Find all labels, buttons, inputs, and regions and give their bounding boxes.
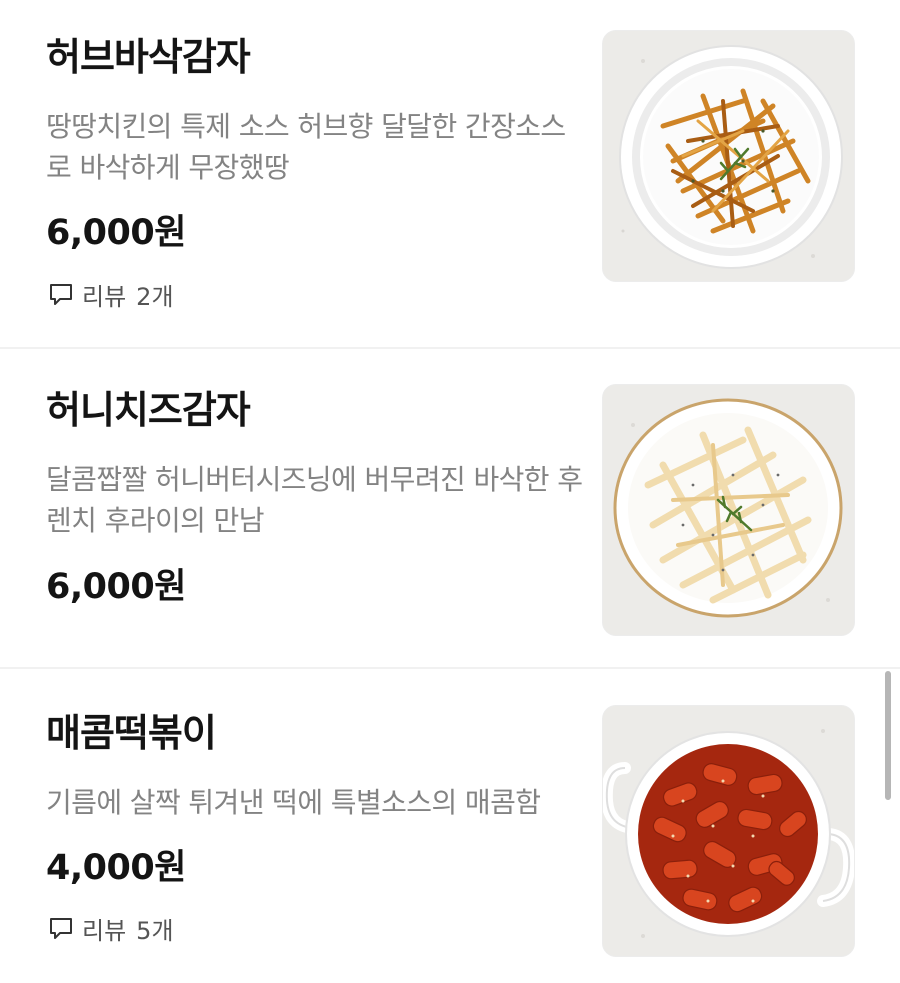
honey-cheese-fries-photo — [602, 384, 855, 636]
menu-item-name: 허니치즈감자 — [46, 388, 251, 432]
menu-item-description: 땅땅치킨의 특제 소스 허브향 달달한 간장소스로 바삭하게 무장했땅 — [46, 110, 566, 184]
menu-list: 허브바삭감자 땅땅치킨의 특제 소스 허브향 달달한 간장소스로 바삭하게 무장… — [0, 0, 900, 983]
review-link[interactable]: 리뷰 5개 — [48, 913, 174, 945]
scrollbar[interactable] — [885, 671, 891, 800]
tteokbokki-photo — [602, 705, 855, 957]
review-count: 5개 — [136, 916, 174, 945]
menu-item-herb-potato[interactable]: 허브바삭감자 땅땅치킨의 특제 소스 허브향 달달한 간장소스로 바삭하게 무장… — [0, 0, 900, 347]
menu-item-description: 기름에 살짝 튀겨낸 떡에 특별소스의 매콤함 — [46, 786, 541, 819]
menu-item-description: 달콤짭짤 허니버터시즈닝에 버무려진 바삭한 후렌치 후라이의 만남 — [46, 463, 583, 537]
speech-bubble-icon — [50, 918, 72, 939]
review-label: 리뷰 — [82, 916, 127, 945]
herb-fries-photo — [602, 30, 855, 282]
menu-item-price: 4,000원 — [46, 848, 186, 888]
menu-item-honey-cheese-potato[interactable]: 허니치즈감자 달콤짭짤 허니버터시즈닝에 버무려진 바삭한 후렌치 후라이의 만… — [0, 349, 900, 667]
review-label: 리뷰 — [82, 282, 127, 311]
menu-item-name: 매콤떡볶이 — [46, 711, 217, 755]
review-link[interactable]: 리뷰 2개 — [48, 279, 174, 311]
menu-item-name: 허브바삭감자 — [46, 35, 251, 79]
speech-bubble-icon — [50, 284, 72, 305]
review-count: 2개 — [136, 282, 174, 311]
menu-item-price: 6,000원 — [46, 567, 186, 607]
menu-item-spicy-tteokbokki[interactable]: 매콤떡볶이 기름에 살짝 튀겨낸 떡에 특별소스의 매콤함 4,000원 리뷰 … — [0, 669, 900, 983]
menu-item-price: 6,000원 — [46, 213, 186, 253]
